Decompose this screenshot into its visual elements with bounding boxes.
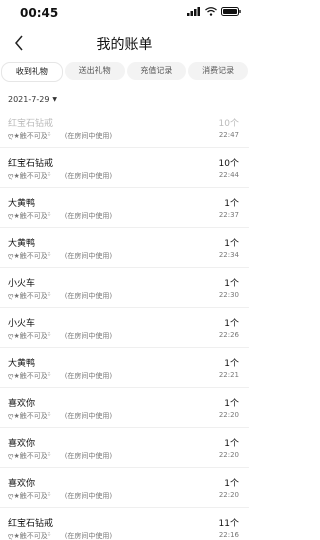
list-item[interactable]: 大黄鸭 ღ★触不可及ᵕ̈ (在房间中使用) 1个 22:37 bbox=[0, 188, 249, 228]
record-time: 22:30 bbox=[218, 291, 239, 299]
record-time: 22:20 bbox=[218, 451, 239, 459]
gift-quantity: 10个 bbox=[218, 159, 239, 169]
list-item[interactable]: 小火车 ღ★触不可及ᵕ̈ (在房间中使用) 1个 22:30 bbox=[0, 268, 249, 308]
record-subtitle: ღ★触不可及ᵕ̈ (在房间中使用) bbox=[8, 451, 112, 461]
gift-quantity: 1个 bbox=[224, 439, 239, 449]
gift-quantity: 1个 bbox=[224, 319, 239, 329]
gift-quantity: 1个 bbox=[224, 279, 239, 289]
caret-down-icon: ▼ bbox=[52, 95, 58, 103]
gift-quantity: 1个 bbox=[224, 199, 239, 209]
sender-name: ღ★触不可及ᵕ̈ bbox=[8, 532, 51, 540]
list-item[interactable]: 红宝石钻戒 ღ★触不可及ᵕ̈ (在房间中使用) 10个 22:44 bbox=[0, 148, 249, 188]
usage-place: (在房间中使用) bbox=[64, 532, 113, 540]
usage-place: (在房间中使用) bbox=[64, 332, 113, 340]
record-time: 22:16 bbox=[218, 531, 239, 539]
record-time: 22:47 bbox=[218, 131, 239, 139]
list-item[interactable]: 大黄鸭 ღ★触不可及ᵕ̈ (在房间中使用) 1个 22:21 bbox=[0, 348, 249, 388]
list-item[interactable]: 红宝石钻戒 ღ★触不可及ᵕ̈ (在房间中使用) 10个 22:47 bbox=[0, 108, 249, 148]
gift-quantity: 1个 bbox=[224, 399, 239, 409]
signal-icon bbox=[187, 7, 200, 16]
gift-quantity: 11个 bbox=[218, 519, 239, 529]
record-time: 22:34 bbox=[218, 251, 239, 259]
sender-name: ღ★触不可及ᵕ̈ bbox=[8, 492, 51, 500]
usage-place: (在房间中使用) bbox=[64, 172, 113, 180]
usage-place: (在房间中使用) bbox=[64, 492, 113, 500]
gift-name: 大黄鸭 bbox=[8, 359, 36, 369]
sender-name: ღ★触不可及ᵕ̈ bbox=[8, 132, 51, 140]
list-item[interactable]: 喜欢你 ღ★触不可及ᵕ̈ (在房间中使用) 1个 22:20 bbox=[0, 388, 249, 428]
page-title: 我的账单 bbox=[96, 37, 153, 53]
sender-name: ღ★触不可及ᵕ̈ bbox=[8, 372, 51, 380]
record-subtitle: ღ★触不可及ᵕ̈ (在房间中使用) bbox=[8, 131, 112, 141]
records-list[interactable]: 2021-7-29 ▼ 红宝石钻戒 ღ★触不可及ᵕ̈ (在房间中使用) 10个 22:4… bbox=[0, 90, 249, 540]
tab-2[interactable]: 充值记录 bbox=[126, 62, 187, 80]
usage-place: (在房间中使用) bbox=[64, 132, 113, 140]
gift-name: 小火车 bbox=[8, 279, 36, 289]
record-subtitle: ღ★触不可及ᵕ̈ (在房间中使用) bbox=[8, 331, 112, 341]
sender-name: ღ★触不可及ᵕ̈ bbox=[8, 292, 51, 300]
usage-place: (在房间中使用) bbox=[64, 412, 113, 420]
sender-name: ღ★触不可及ᵕ̈ bbox=[8, 452, 51, 460]
gift-name: 大黄鸭 bbox=[8, 199, 36, 209]
gift-quantity: 1个 bbox=[224, 239, 239, 249]
status-icons bbox=[187, 7, 241, 16]
usage-place: (在房间中使用) bbox=[64, 292, 113, 300]
usage-place: (在房间中使用) bbox=[64, 372, 113, 380]
list-item[interactable]: 小火车 ღ★触不可及ᵕ̈ (在房间中使用) 1个 22:26 bbox=[0, 308, 249, 348]
list-item[interactable]: 大黄鸭 ღ★触不可及ᵕ̈ (在房间中使用) 1个 22:34 bbox=[0, 228, 249, 268]
date-label: 2021-7-29 bbox=[8, 94, 50, 104]
gift-quantity: 1个 bbox=[224, 359, 239, 369]
sender-name: ღ★触不可及ᵕ̈ bbox=[8, 172, 51, 180]
record-subtitle: ღ★触不可及ᵕ̈ (在房间中使用) bbox=[8, 491, 112, 501]
sender-name: ღ★触不可及ᵕ̈ bbox=[8, 412, 51, 420]
status-time: 00:45 bbox=[20, 6, 59, 20]
list-item[interactable]: 红宝石钻戒 ღ★触不可及ᵕ̈ (在房间中使用) 11个 22:16 bbox=[0, 508, 249, 540]
date-filter[interactable]: 2021-7-29 ▼ bbox=[0, 90, 249, 108]
sender-name: ღ★触不可及ᵕ̈ bbox=[8, 332, 51, 340]
record-time: 22:44 bbox=[218, 171, 239, 179]
gift-quantity: 10个 bbox=[218, 119, 239, 129]
record-time: 22:37 bbox=[218, 211, 239, 219]
tab-bar: 收到礼物 送出礼物 充值记录 消费记录 bbox=[0, 62, 249, 84]
status-bar: 00:45 bbox=[0, 0, 249, 24]
record-subtitle: ღ★触不可及ᵕ̈ (在房间中使用) bbox=[8, 411, 112, 421]
wifi-icon bbox=[205, 7, 217, 16]
record-subtitle: ღ★触不可及ᵕ̈ (在房间中使用) bbox=[8, 211, 112, 221]
gift-name: 喜欢你 bbox=[8, 439, 36, 449]
gift-name: 红宝石钻戒 bbox=[8, 159, 54, 169]
list-item[interactable]: 喜欢你 ღ★触不可及ᵕ̈ (在房间中使用) 1个 22:20 bbox=[0, 468, 249, 508]
battery-icon bbox=[221, 7, 241, 16]
tab-1[interactable]: 送出礼物 bbox=[64, 62, 125, 80]
gift-name: 喜欢你 bbox=[8, 479, 36, 489]
gift-name: 红宝石钻戒 bbox=[8, 119, 54, 129]
gift-name: 大黄鸭 bbox=[8, 239, 36, 249]
tab-3[interactable]: 消费记录 bbox=[188, 62, 248, 80]
gift-name: 小火车 bbox=[8, 319, 36, 329]
list-item[interactable]: 喜欢你 ღ★触不可及ᵕ̈ (在房间中使用) 1个 22:20 bbox=[0, 428, 249, 468]
gift-quantity: 1个 bbox=[224, 479, 239, 489]
gift-name: 喜欢你 bbox=[8, 399, 36, 409]
record-subtitle: ღ★触不可及ᵕ̈ (在房间中使用) bbox=[8, 531, 112, 540]
record-time: 22:20 bbox=[218, 411, 239, 419]
tab-0[interactable]: 收到礼物 bbox=[1, 62, 63, 82]
sender-name: ღ★触不可及ᵕ̈ bbox=[8, 252, 51, 260]
record-subtitle: ღ★触不可及ᵕ̈ (在房间中使用) bbox=[8, 291, 112, 301]
record-subtitle: ღ★触不可及ᵕ̈ (在房间中使用) bbox=[8, 371, 112, 381]
usage-place: (在房间中使用) bbox=[64, 452, 113, 460]
navigation-bar: 我的账单 bbox=[0, 28, 249, 60]
record-time: 22:26 bbox=[218, 331, 239, 339]
record-subtitle: ღ★触不可及ᵕ̈ (在房间中使用) bbox=[8, 251, 112, 261]
record-subtitle: ღ★触不可及ᵕ̈ (在房间中使用) bbox=[8, 171, 112, 181]
usage-place: (在房间中使用) bbox=[64, 252, 113, 260]
gift-name: 红宝石钻戒 bbox=[8, 519, 54, 529]
record-time: 22:21 bbox=[218, 371, 239, 379]
record-time: 22:20 bbox=[218, 491, 239, 499]
usage-place: (在房间中使用) bbox=[64, 212, 113, 220]
sender-name: ღ★触不可及ᵕ̈ bbox=[8, 212, 51, 220]
